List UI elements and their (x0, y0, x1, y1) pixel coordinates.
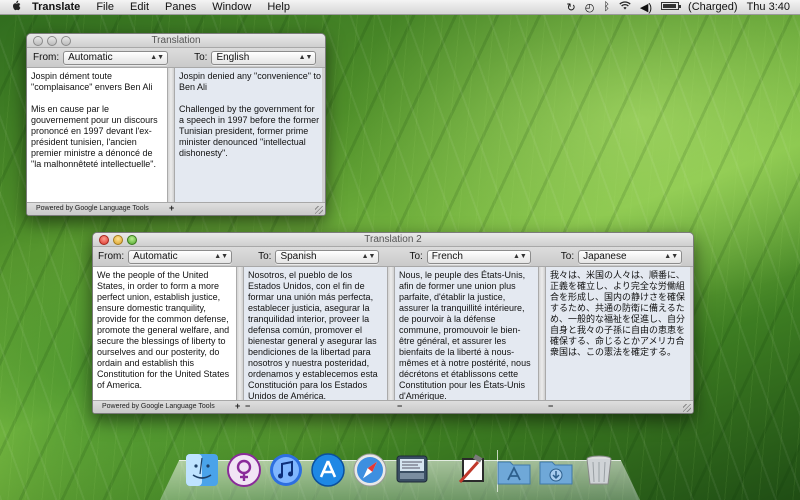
translation-pane-french[interactable]: Nous, le peuple des États-Unis, afin de … (395, 267, 538, 400)
minimize-button[interactable] (47, 36, 57, 46)
pane-divider[interactable] (538, 267, 546, 400)
wifi-icon[interactable] (619, 1, 631, 13)
remove-pane-button[interactable]: − (245, 401, 250, 412)
to-language-select-japanese[interactable]: Japanese ▲▼ (578, 249, 683, 264)
remove-pane-button[interactable]: − (397, 401, 402, 412)
bluetooth-icon[interactable]: ᛒ (603, 1, 610, 13)
zoom-button[interactable] (127, 235, 137, 245)
source-text-pane[interactable]: We the people of the United States, in o… (93, 267, 236, 400)
to-label: To: (194, 52, 208, 63)
battery-status: (Charged) (688, 1, 738, 13)
menu-panes[interactable]: Panes (157, 0, 204, 15)
language-toolbar: From: Automatic ▲▼ To: Spanish ▲▼ To: Fr… (93, 247, 693, 267)
minimize-button[interactable] (113, 235, 123, 245)
to-language-select-french[interactable]: French ▲▼ (426, 249, 531, 264)
chevron-updown-icon: ▲▼ (361, 252, 376, 260)
volume-icon[interactable]: ◀) (640, 1, 652, 14)
chevron-updown-icon: ▲▼ (298, 53, 313, 61)
app-store-icon[interactable] (310, 452, 346, 488)
xcode-icon[interactable] (454, 452, 490, 488)
close-button[interactable] (99, 235, 109, 245)
status-bar: Powered by Google Language Tools + − − − (93, 400, 693, 413)
translation-window-2: Translation 2 From: Automatic ▲▼ To: Spa… (92, 232, 694, 414)
powered-by-label: Powered by Google Language Tools (36, 205, 149, 212)
resize-handle[interactable] (683, 404, 691, 412)
add-pane-button[interactable]: + (169, 203, 174, 214)
to-label: To: (409, 251, 423, 262)
window-titlebar[interactable]: Translation 2 (93, 233, 693, 247)
pane-divider[interactable] (387, 267, 395, 400)
scrollbar[interactable] (322, 68, 325, 202)
chevron-updown-icon: ▲▼ (150, 53, 165, 61)
close-button[interactable] (33, 36, 43, 46)
source-text-pane[interactable]: Jospin dément toute "complaisance" enver… (27, 68, 167, 202)
translate-app-icon[interactable] (394, 452, 430, 488)
status-bar: Powered by Google Language Tools + (27, 202, 325, 215)
translation-pane-japanese[interactable]: 我々は、米国の人々は、順番に、正義を確立し、より完全な労働組合を形成し、国内の静… (546, 267, 693, 400)
downloads-folder-icon[interactable] (538, 454, 574, 490)
finder-icon[interactable] (184, 452, 220, 488)
to-label: To: (560, 251, 575, 262)
menu-help[interactable]: Help (259, 0, 298, 15)
remove-pane-button[interactable]: − (548, 401, 553, 412)
trash-icon[interactable] (582, 452, 618, 488)
apple-menu-icon[interactable] (8, 0, 24, 14)
from-label: From: (33, 52, 60, 63)
battery-icon[interactable] (661, 1, 682, 13)
window-title: Translation (151, 35, 201, 46)
menu-file[interactable]: File (88, 0, 122, 15)
applications-folder-icon[interactable] (496, 454, 532, 490)
window-titlebar[interactable]: Translation (27, 34, 325, 48)
pane-divider[interactable] (236, 267, 244, 400)
from-label: From: (98, 251, 125, 262)
resize-handle[interactable] (315, 206, 323, 214)
pane-divider[interactable] (167, 68, 175, 202)
to-language-select[interactable]: English ▲▼ (211, 50, 317, 65)
to-language-value: English (216, 51, 250, 63)
from-language-value: Automatic (133, 250, 178, 262)
to-language-value: French (431, 250, 463, 262)
translation-window-1: Translation From: Automatic ▲▼ To: Engli… (26, 33, 326, 216)
scrollbar[interactable] (690, 267, 693, 400)
menu-bar: Translate File Edit Panes Window Help ↻ … (0, 0, 800, 15)
time-machine-icon[interactable]: ◴ (585, 1, 595, 14)
zoom-button[interactable] (61, 36, 71, 46)
sync-icon[interactable]: ↻ (566, 1, 575, 14)
from-language-select[interactable]: Automatic ▲▼ (63, 50, 169, 65)
safari-icon[interactable] (352, 452, 388, 488)
chevron-updown-icon: ▲▼ (512, 252, 527, 260)
audio-converter-icon[interactable] (226, 452, 262, 488)
to-language-select-spanish[interactable]: Spanish ▲▼ (275, 249, 380, 264)
language-toolbar: From: Automatic ▲▼ To: English ▲▼ (27, 48, 325, 68)
menu-edit[interactable]: Edit (122, 0, 157, 15)
translation-text-pane[interactable]: Jospin denied any "convenience" to Ben A… (175, 68, 325, 202)
powered-by-label: Powered by Google Language Tools (102, 403, 215, 410)
chevron-updown-icon: ▲▼ (664, 252, 679, 260)
from-language-select[interactable]: Automatic ▲▼ (128, 249, 233, 264)
menu-app-name[interactable]: Translate (24, 0, 88, 15)
menu-clock[interactable]: Thu 3:40 (747, 1, 790, 13)
to-language-value: Japanese (583, 250, 627, 262)
add-pane-button[interactable]: + (235, 401, 240, 412)
chevron-updown-icon: ▲▼ (214, 252, 229, 260)
to-language-value: Spanish (280, 250, 317, 262)
menu-window[interactable]: Window (204, 0, 259, 15)
translation-pane-spanish[interactable]: Nosotros, el pueblo de los Estados Unido… (244, 267, 387, 400)
from-language-value: Automatic (68, 51, 113, 63)
itunes-icon[interactable] (268, 452, 304, 488)
to-label: To: (258, 251, 272, 262)
window-title: Translation 2 (364, 234, 422, 245)
